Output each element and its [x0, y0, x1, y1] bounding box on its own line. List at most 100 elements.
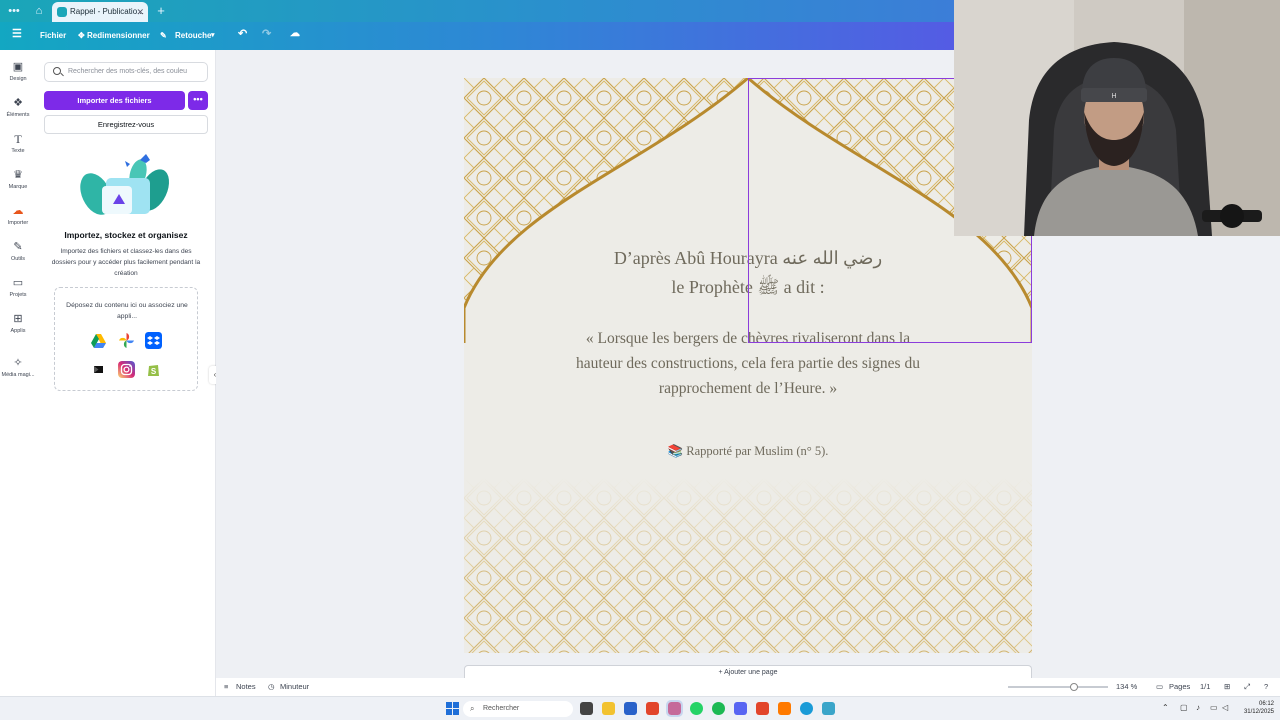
- pencil-icon: ✎: [160, 31, 167, 40]
- volume-icon[interactable]: ◁: [1222, 703, 1228, 712]
- tray-chevron-icon[interactable]: ⌃: [1162, 703, 1169, 712]
- network-icon[interactable]: ▭: [1210, 703, 1218, 712]
- new-tab-button[interactable]: +: [154, 4, 168, 18]
- search-input[interactable]: Rechercher des mots-clés, des couleu: [44, 62, 208, 82]
- zoom-level[interactable]: 134 %: [1116, 681, 1137, 693]
- tools-icon: ✎: [13, 241, 23, 253]
- rail-item-elements[interactable]: ❖ Éléments: [0, 96, 36, 132]
- rail-label: Importer: [7, 220, 29, 226]
- fullscreen-icon[interactable]: ⤢: [1244, 681, 1250, 693]
- rail-item-apps[interactable]: ⊞ Applis: [0, 312, 36, 348]
- pinned-app-icon[interactable]: [822, 702, 835, 715]
- discord-icon[interactable]: [734, 702, 747, 715]
- microphone-icon[interactable]: ♪: [1196, 703, 1200, 712]
- tab-favicon-icon: [57, 7, 67, 17]
- brave-icon[interactable]: [646, 702, 659, 715]
- text-icon: T: [14, 132, 22, 146]
- more-options-button[interactable]: •••: [188, 91, 208, 110]
- google-photos-icon[interactable]: [118, 332, 135, 349]
- capcut-icon[interactable]: [90, 361, 107, 378]
- rail-item-projects[interactable]: ▭ Projets: [0, 276, 36, 312]
- shopify-icon[interactable]: S: [145, 361, 162, 378]
- panel-title: Importez, stockez et organisez: [64, 230, 188, 240]
- rail-label: Projets: [9, 292, 27, 298]
- hadith-source: 📚 Rapporté par Muslim (n° 5).: [667, 444, 829, 458]
- whatsapp-icon[interactable]: [690, 702, 703, 715]
- browser-menu-icon[interactable]: •••: [7, 4, 21, 18]
- clock-time: 06:12: [1258, 701, 1274, 707]
- rail-label: Outils: [10, 256, 26, 262]
- zoom-slider[interactable]: [1008, 683, 1108, 691]
- task-view-icon[interactable]: [580, 702, 593, 715]
- design-page[interactable]: D’après Abû Hourayra رضي الله عنه le Pro…: [464, 78, 1032, 653]
- panel-description: Importez des fichiers et classez-les dan…: [51, 248, 201, 277]
- record-yourself-button[interactable]: Enregistrez-vous: [44, 115, 208, 134]
- browser-active-icon[interactable]: [666, 700, 683, 717]
- store-icon[interactable]: [624, 702, 637, 715]
- rail-item-tools[interactable]: ✎ Outils: [0, 240, 36, 276]
- import-files-button[interactable]: Importer des fichiers: [44, 91, 185, 110]
- browser-tab-active[interactable]: Rappel - Publicatio... ✕: [52, 2, 148, 22]
- hamburger-icon[interactable]: ☰: [12, 28, 22, 40]
- help-icon[interactable]: ?: [1264, 681, 1268, 693]
- hadith-quote-line-3: rapprochement de l’Heure. »: [658, 380, 838, 397]
- tray-app-icon[interactable]: ▢: [1180, 703, 1188, 712]
- upload-illustration: [80, 154, 170, 215]
- file-menu[interactable]: Fichier: [40, 30, 66, 42]
- svg-text:H: H: [1111, 93, 1116, 100]
- grid-view-icon[interactable]: ⊞: [1224, 681, 1230, 693]
- edge-icon[interactable]: [800, 702, 813, 715]
- taskbar-search-label: Rechercher: [483, 705, 520, 712]
- office-icon[interactable]: [778, 702, 791, 715]
- rail-label: Marque: [8, 184, 28, 190]
- resize-menu[interactable]: Redimensionner: [87, 30, 150, 42]
- editor-footer: ≡ Notes ◷ Minuteur 134 % ▭ Pages 1/1 ⊞ ⤢…: [216, 678, 1280, 696]
- apps-icon: ⊞: [13, 313, 23, 325]
- timer-button[interactable]: Minuteur: [280, 681, 309, 693]
- google-drive-icon[interactable]: [90, 332, 107, 349]
- drop-zone[interactable]: Déposez du contenu ici ou associez une a…: [54, 287, 198, 391]
- clock-date: 31/12/2025: [1243, 709, 1274, 715]
- notes-button[interactable]: Notes: [236, 681, 256, 693]
- dropbox-icon[interactable]: [145, 332, 162, 349]
- file-explorer-icon[interactable]: [602, 702, 615, 715]
- folder-icon: ▭: [12, 277, 24, 289]
- cloud-save-icon[interactable]: ☁: [290, 28, 300, 40]
- rail-label: Éléments: [6, 112, 30, 118]
- rail-item-design[interactable]: ▣ Design: [0, 60, 36, 96]
- rail-item-magic-media[interactable]: ✧ Média magi...: [0, 356, 36, 392]
- zoom-slider-thumb[interactable]: [1070, 683, 1078, 691]
- windows-start-icon[interactable]: [446, 702, 459, 715]
- rail-item-text[interactable]: T Texte: [0, 132, 36, 168]
- svg-text:S: S: [151, 367, 157, 376]
- tab-close-icon[interactable]: ✕: [136, 2, 144, 22]
- resize-icon: ✥: [78, 31, 85, 40]
- instagram-icon[interactable]: [118, 361, 135, 378]
- spotify-icon[interactable]: [712, 702, 725, 715]
- prophet-line: le Prophète ﷺ a dit :: [671, 277, 825, 297]
- elements-icon: ❖: [13, 97, 23, 109]
- narrator-line: D’après Abû Hourayra رضي الله عنه: [613, 248, 883, 268]
- rail-label: Média magi...: [1, 372, 35, 378]
- search-placeholder: Rechercher des mots-clés, des couleu: [68, 68, 188, 75]
- chevron-down-icon: ▾: [211, 32, 215, 39]
- undo-icon[interactable]: ↶: [238, 28, 247, 40]
- edit-menu[interactable]: Retouche: [175, 30, 211, 42]
- brand-icon: ♛: [13, 169, 23, 181]
- rail-item-upload[interactable]: ☁ Importer: [0, 204, 36, 240]
- upload-icon: ☁: [12, 205, 24, 217]
- taskbar-search[interactable]: ⌕ Rechercher: [463, 701, 573, 717]
- rail-item-brand[interactable]: ♛ Marque: [0, 168, 36, 204]
- search-icon: ⌕: [470, 704, 475, 713]
- pages-button[interactable]: Pages: [1169, 681, 1190, 693]
- redo-icon[interactable]: ↷: [262, 28, 271, 40]
- app-icon[interactable]: [756, 702, 769, 715]
- upload-panel: Rechercher des mots-clés, des couleu Imp…: [36, 50, 216, 696]
- webcam-overlay: H: [954, 0, 1280, 236]
- add-page-button[interactable]: + Ajouter une page: [464, 665, 1032, 679]
- taskbar-clock[interactable]: 06:12 31/12/2025: [1234, 700, 1274, 716]
- search-icon: [53, 67, 61, 75]
- tab-title: Rappel - Publicatio...: [70, 7, 144, 16]
- home-icon[interactable]: ⌂: [32, 4, 46, 18]
- hadith-quote-line-1: « Lorsque les bergers de chèvres rivalis…: [585, 330, 911, 347]
